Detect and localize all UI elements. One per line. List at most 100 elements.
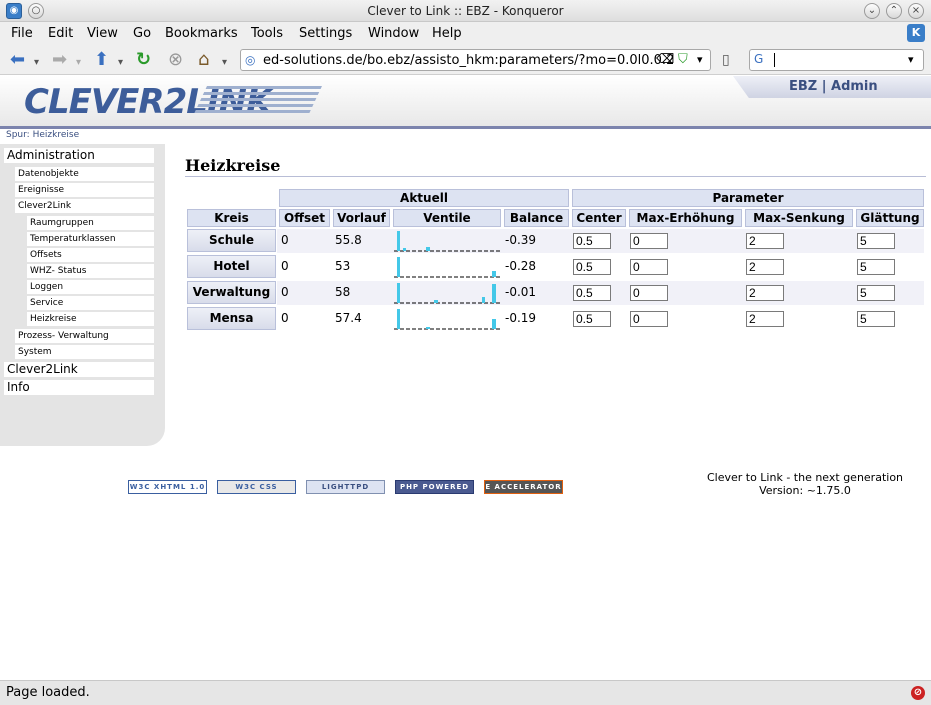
glaettung-input[interactable] (857, 285, 895, 301)
url-text: ed-solutions.de/bo.ebz/assisto_hkm:param… (263, 53, 673, 68)
ventile-sparkline (394, 283, 502, 304)
max-erhoehung-input[interactable] (630, 285, 668, 301)
window-title: Clever to Link :: EBZ - Konqueror (367, 4, 564, 18)
reload-icon[interactable]: ↻ (136, 50, 151, 70)
clear-url-icon[interactable]: ⌫ (656, 52, 674, 67)
url-history-chevron-down-icon[interactable]: ▾ (697, 53, 703, 66)
close-icon[interactable]: × (908, 3, 924, 19)
sidebar-item-raumgruppen[interactable]: Raumgruppen (27, 216, 154, 230)
ventile-sparkline (394, 231, 502, 252)
max-senkung-input[interactable] (746, 259, 784, 275)
glaettung-input[interactable] (857, 259, 895, 275)
glaettung-input[interactable] (857, 233, 895, 249)
max-erhoehung-input[interactable] (630, 233, 668, 249)
menu-help[interactable]: Help (432, 26, 462, 41)
text-cursor (774, 53, 775, 67)
group-header-parameter: Parameter (572, 189, 924, 207)
badge-xhtml[interactable]: W3C XHTML 1.0 (128, 480, 207, 494)
menu-edit[interactable]: Edit (48, 26, 73, 41)
sidebar-item-datenobjekte[interactable]: Datenobjekte (15, 167, 154, 181)
max-senkung-input[interactable] (746, 233, 784, 249)
site-icon: ◎ (245, 53, 256, 67)
menu-go[interactable]: Go (133, 26, 151, 41)
menu-bookmarks[interactable]: Bookmarks (165, 26, 238, 41)
kreis-button-schule[interactable]: Schule (187, 229, 276, 252)
menu-file[interactable]: File (11, 26, 33, 41)
menu-window[interactable]: Window (368, 26, 419, 41)
breadcrumb-current[interactable]: Heizkreise (33, 130, 80, 140)
bookmark-page-icon[interactable]: ▯ (722, 50, 730, 70)
col-header-center: Center (572, 209, 626, 227)
max-erhoehung-input[interactable] (630, 311, 668, 327)
sidebar-item-system[interactable]: System (15, 345, 154, 359)
kreis-button-verwaltung[interactable]: Verwaltung (187, 281, 276, 304)
badge-css[interactable]: W3C CSS (217, 480, 296, 494)
minimize-icon[interactable]: ⌄ (864, 3, 880, 19)
sidebar-item-clever2link[interactable]: Clever2Link (4, 362, 154, 377)
stop-icon[interactable]: ⊗ (168, 50, 183, 70)
security-shield-icon[interactable]: ⛉ (678, 52, 688, 67)
forward-icon[interactable]: ➡ (52, 50, 67, 70)
max-erhoehung-input[interactable] (630, 259, 668, 275)
up-icon[interactable]: ⬆ (94, 50, 109, 70)
kreis-button-hotel[interactable]: Hotel (187, 255, 276, 278)
center-input[interactable] (573, 285, 611, 301)
header-divider (0, 126, 931, 129)
back-icon[interactable]: ⬅ (10, 50, 25, 70)
offset-value: 0 (281, 233, 289, 247)
ventile-sparkline (394, 309, 502, 330)
menu-settings[interactable]: Settings (299, 26, 352, 41)
col-header-offset: Offset (279, 209, 330, 227)
badge-lighttpd[interactable]: LIGHTTPD (306, 480, 385, 494)
url-field[interactable]: ◎ ed-solutions.de/bo.ebz/assisto_hkm:par… (240, 49, 711, 71)
vorlauf-value: 53 (335, 259, 351, 273)
menu-view[interactable]: View (87, 26, 118, 41)
center-input[interactable] (573, 311, 611, 327)
breadcrumb-prefix: Spur: (6, 130, 30, 140)
sidebar-item-heizkreise[interactable]: Heizkreise (27, 312, 154, 326)
balance-value: -0.28 (505, 259, 537, 273)
footer-version: Version: ~1.75.0 (759, 484, 851, 497)
navigation-toolbar: ⬅ ▾ ➡ ▾ ⬆ ▾ ↻ ⊗ ⌂ ▾ ◎ ed-solutions.de/bo… (0, 45, 931, 75)
sidebar-item-loggen[interactable]: Loggen (27, 280, 154, 294)
sidebar-item-offsets[interactable]: Offsets (27, 248, 154, 262)
menubar: File Edit View Go Bookmarks Tools Settin… (0, 22, 931, 45)
back-menu-chevron-down-icon[interactable]: ▾ (34, 53, 39, 73)
footer-info: Clever to Link - the next generation Ver… (700, 471, 910, 497)
window-titlebar: ◉ ○ Clever to Link :: EBZ - Konqueror ⌄ … (0, 0, 931, 22)
center-input[interactable] (573, 233, 611, 249)
home-menu-chevron-down-icon[interactable]: ▾ (222, 53, 227, 73)
site-header: CLEVER2LINK EBZ | Admin (0, 76, 931, 126)
sidebar-item-administration[interactable]: Administration (4, 148, 154, 163)
menu-tools[interactable]: Tools (251, 26, 283, 41)
statusbar: Page loaded. ⊘ (0, 680, 931, 705)
offset-value: 0 (281, 311, 289, 325)
user-label[interactable]: EBZ | Admin (789, 79, 878, 94)
search-chevron-down-icon[interactable]: ▾ (908, 53, 914, 66)
sidebar-item-temperaturklassen[interactable]: Temperaturklassen (27, 232, 154, 246)
home-icon[interactable]: ⌂ (198, 50, 209, 70)
search-engine-icon[interactable]: G (754, 52, 763, 66)
badge-eaccelerator[interactable]: E ACCELERATOR (484, 480, 563, 494)
maximize-icon[interactable]: ⌃ (886, 3, 902, 19)
sidebar-item-ereignisse[interactable]: Ereignisse (15, 183, 154, 197)
offset-value: 0 (281, 285, 289, 299)
js-error-icon[interactable]: ⊘ (911, 686, 925, 700)
up-menu-chevron-down-icon[interactable]: ▾ (118, 53, 123, 73)
logo-stripes (193, 86, 322, 116)
max-senkung-input[interactable] (746, 285, 784, 301)
sidebar-item-prozess-verwaltung[interactable]: Prozess- Verwaltung (15, 329, 154, 343)
glaettung-input[interactable] (857, 311, 895, 327)
center-input[interactable] (573, 259, 611, 275)
forward-menu-chevron-down-icon[interactable]: ▾ (76, 53, 81, 73)
max-senkung-input[interactable] (746, 311, 784, 327)
vorlauf-value: 55.8 (335, 233, 362, 247)
web-search-field[interactable]: G ▾ (749, 49, 924, 71)
badge-php[interactable]: PHP POWERED (395, 480, 474, 494)
sidebar-item-service[interactable]: Service (27, 296, 154, 310)
kreis-button-mensa[interactable]: Mensa (187, 307, 276, 330)
sidebar-item-info[interactable]: Info (4, 380, 154, 395)
sidebar-item-whz-status[interactable]: WHZ- Status (27, 264, 154, 278)
sidebar-item-clever2link-sub[interactable]: Clever2Link (15, 199, 154, 213)
balance-value: -0.19 (505, 311, 537, 325)
